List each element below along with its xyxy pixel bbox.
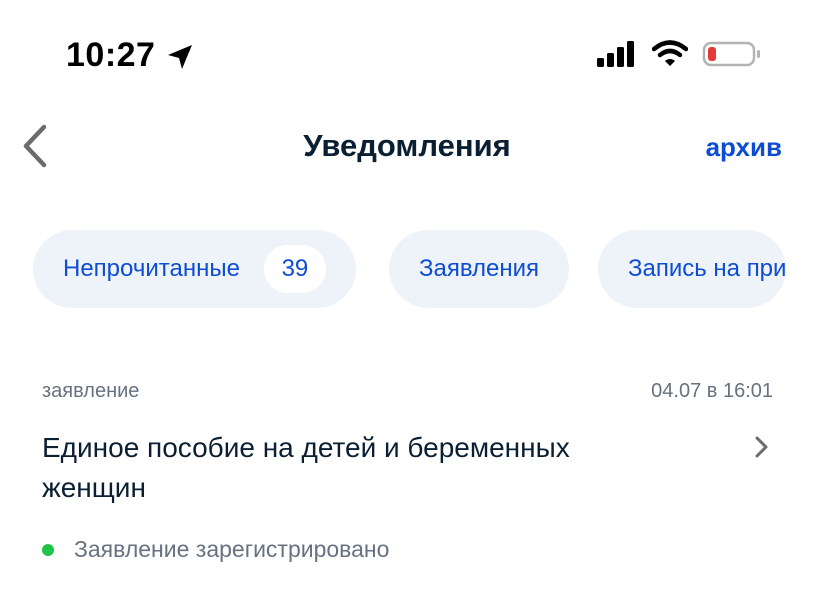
- notification-date: 04.07 в 16:01: [651, 380, 773, 402]
- filter-chips: Непрочитанные 39 Заявления Запись на при: [0, 230, 814, 310]
- status-time: 10:27: [66, 36, 156, 74]
- battery-low-icon: [702, 41, 760, 67]
- filter-chip-unread[interactable]: Непрочитанные 39: [33, 230, 356, 308]
- notification-category: заявление: [42, 380, 140, 402]
- filter-chip-label: Запись на при: [628, 255, 787, 282]
- filter-chip-appointment[interactable]: Запись на при: [598, 230, 787, 308]
- status-text: Заявление зарегистрировано: [74, 536, 390, 562]
- nav-bar: Уведомления архив: [0, 110, 814, 186]
- filter-chip-label: Непрочитанные: [63, 255, 240, 282]
- status-bar: 10:27: [0, 0, 814, 110]
- notification-item[interactable]: заявление 04.07 в 16:01 Единое пособие н…: [42, 372, 782, 582]
- archive-link[interactable]: архив: [706, 132, 782, 163]
- filter-chip-label: Заявления: [419, 255, 540, 282]
- wifi-icon: [652, 40, 688, 66]
- notification-title: Единое пособие на детей и беременных жен…: [42, 432, 570, 503]
- filter-chip-applications[interactable]: Заявления: [389, 230, 570, 308]
- page-title: Уведомления: [303, 128, 511, 163]
- cellular-signal-icon: [597, 41, 634, 67]
- location-arrow-icon: [168, 45, 192, 69]
- chevron-right-icon: [755, 436, 768, 458]
- notification-status: Заявление зарегистрировано: [42, 536, 389, 563]
- unread-count-badge: 39: [263, 245, 326, 293]
- status-dot: [42, 543, 54, 556]
